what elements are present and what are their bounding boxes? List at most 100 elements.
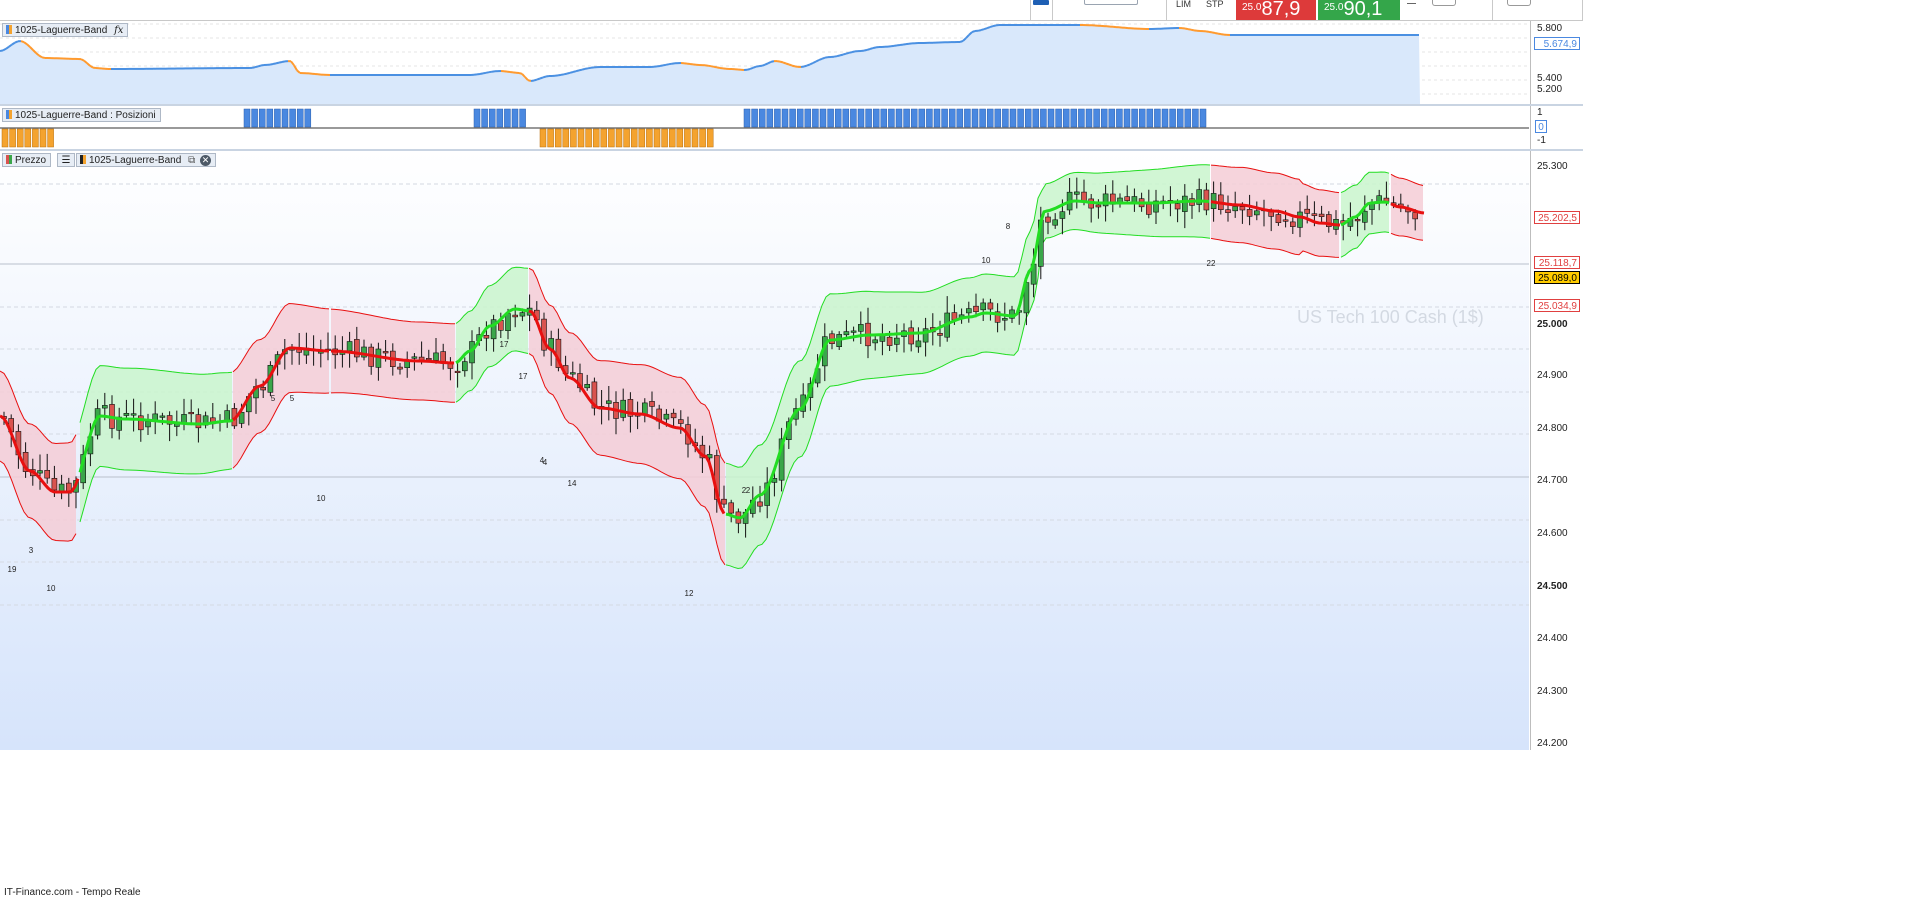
axis-tick: 5.200 bbox=[1537, 84, 1562, 95]
positions-panel[interactable]: 1025-Laguerre-Band : Posizioni bbox=[0, 106, 1529, 149]
indicator-segment bbox=[771, 61, 774, 62]
indicator-segment bbox=[840, 55, 843, 56]
stop-label[interactable]: STP bbox=[1206, 0, 1224, 20]
toolbar-separator bbox=[1166, 0, 1167, 20]
long-position-bar bbox=[1086, 109, 1092, 127]
candle-body bbox=[1362, 211, 1367, 222]
order-ticket-icon[interactable] bbox=[1033, 0, 1049, 5]
indicator-segment bbox=[543, 77, 546, 78]
upper-band-value: 25.202,5 bbox=[1534, 211, 1580, 224]
indicator-panel[interactable]: 1025-Laguerre-Band 𝑓x bbox=[0, 21, 1529, 104]
price-panel[interactable]: 19310455101717414122210822 US Tech 100 C… bbox=[0, 151, 1529, 750]
tab-price[interactable]: Prezzo bbox=[2, 153, 51, 167]
long-position-bar bbox=[995, 109, 1001, 127]
minimize-icon[interactable] bbox=[1407, 0, 1416, 4]
short-position-bar bbox=[692, 129, 698, 147]
indicator-segment bbox=[816, 60, 819, 62]
long-position-bar bbox=[1185, 109, 1191, 127]
indicator-segment bbox=[822, 58, 825, 59]
trading-app: LIM STP 25.087,9 25.090,1 1025-Laguerre-… bbox=[0, 0, 1914, 868]
candle-body bbox=[1118, 198, 1123, 202]
quantity-input[interactable] bbox=[1084, 0, 1138, 5]
positions-panel-tab[interactable]: 1025-Laguerre-Band : Posizioni bbox=[2, 108, 161, 122]
long-position-bar bbox=[1071, 109, 1077, 127]
indicator-segment bbox=[807, 64, 810, 65]
candle-body bbox=[1305, 209, 1310, 213]
close-icon[interactable]: ✕ bbox=[200, 155, 211, 166]
axis-tick: 24.200 bbox=[1537, 738, 1568, 749]
buy-price-prefix: 25.0 bbox=[1324, 2, 1343, 13]
candle-body bbox=[160, 416, 165, 418]
indicator-segment bbox=[540, 77, 543, 78]
candle-body bbox=[1247, 209, 1252, 216]
short-position-bar bbox=[593, 129, 599, 147]
indicator-segment bbox=[714, 67, 717, 68]
indicator-segment bbox=[528, 80, 531, 81]
lower-band-value: 25.034,9 bbox=[1534, 299, 1580, 312]
indicator-segment bbox=[993, 25, 996, 26]
long-position-bar bbox=[957, 109, 963, 127]
indicator-segment bbox=[42, 57, 45, 58]
indicator-axis[interactable]: 5.800 5.400 5.200 5.674,9 bbox=[1530, 21, 1584, 104]
candle-body bbox=[858, 324, 863, 331]
candle-body bbox=[383, 351, 388, 353]
settings-dropdown[interactable] bbox=[1507, 0, 1531, 6]
indicator-segment bbox=[486, 72, 489, 73]
toolbar-separator bbox=[1030, 0, 1031, 20]
long-position-bar bbox=[1094, 109, 1100, 127]
indicator-segment bbox=[21, 41, 24, 42]
long-position-bar bbox=[904, 109, 910, 127]
candle-body bbox=[347, 342, 352, 351]
short-position-bar bbox=[601, 129, 607, 147]
long-position-bar bbox=[1040, 109, 1046, 127]
indicator-segment bbox=[531, 81, 534, 82]
candle-body bbox=[1096, 205, 1101, 207]
indicator-segment bbox=[660, 65, 663, 66]
long-position-bar bbox=[1162, 109, 1168, 127]
indicator-segment bbox=[903, 44, 906, 45]
link-icon[interactable]: ⧉ bbox=[188, 155, 195, 166]
positions-panel-label: 1025-Laguerre-Band : Posizioni bbox=[15, 110, 156, 121]
limit-label[interactable]: LIM bbox=[1176, 0, 1191, 20]
candle-body bbox=[1175, 204, 1180, 209]
signal-count: 22 bbox=[1207, 259, 1216, 268]
signal-count: 2 bbox=[746, 486, 751, 495]
positions-current-value: 0 bbox=[1535, 120, 1547, 133]
buy-button[interactable]: 25.090,1 bbox=[1318, 0, 1400, 20]
long-position-bar bbox=[942, 109, 948, 127]
axis-tick: 25.300 bbox=[1537, 161, 1568, 172]
candle-body bbox=[887, 337, 892, 345]
last-price-value: 25.089,0 bbox=[1534, 271, 1580, 284]
tab-indicator[interactable]: 1025-Laguerre-Band ⧉ ✕ bbox=[76, 153, 216, 167]
candle-body bbox=[1002, 318, 1007, 320]
long-position-bar bbox=[259, 109, 265, 127]
candle-body bbox=[1082, 192, 1087, 201]
indicator-panel-tab[interactable]: 1025-Laguerre-Band 𝑓x bbox=[2, 23, 128, 37]
indicator-segment bbox=[780, 62, 783, 63]
short-position-bar bbox=[10, 129, 16, 147]
short-position-bar bbox=[570, 129, 576, 147]
indicator-segment bbox=[588, 68, 591, 69]
fx-icon[interactable]: 𝑓x bbox=[114, 25, 123, 36]
short-position-bar bbox=[684, 129, 690, 147]
candle-body bbox=[419, 357, 424, 360]
signal-count: 5 bbox=[290, 394, 295, 403]
candle-body bbox=[1355, 219, 1360, 221]
indicator-segment bbox=[894, 45, 897, 46]
indicator-segment bbox=[978, 30, 981, 31]
long-position-bar bbox=[896, 109, 902, 127]
laguerre-value: 25.118,7 bbox=[1534, 256, 1580, 269]
toolbar-separator bbox=[1052, 0, 1053, 20]
order-type-dropdown[interactable] bbox=[1432, 0, 1456, 6]
indicator-segment bbox=[795, 66, 798, 67]
sell-button[interactable]: 25.087,9 bbox=[1236, 0, 1316, 20]
price-axis[interactable]: 25.300 25.000 24.900 24.800 24.700 24.60… bbox=[1530, 151, 1584, 750]
signal-count: 17 bbox=[519, 372, 528, 381]
positions-axis[interactable]: 1 0 -1 bbox=[1530, 106, 1584, 149]
long-position-bar bbox=[835, 109, 841, 127]
list-icon[interactable]: ☰ bbox=[57, 153, 75, 167]
instrument-watermark: US Tech 100 Cash (1$) bbox=[1297, 307, 1484, 328]
short-position-bar bbox=[586, 129, 592, 147]
short-position-bar bbox=[17, 129, 23, 147]
short-position-bar bbox=[2, 129, 8, 147]
